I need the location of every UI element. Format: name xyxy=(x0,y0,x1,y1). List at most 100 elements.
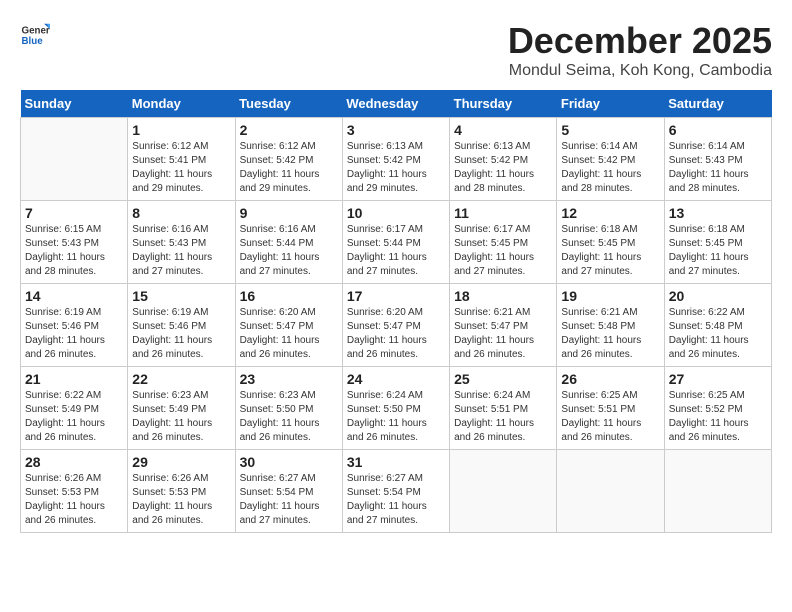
calendar-cell: 8 Sunrise: 6:16 AMSunset: 5:43 PMDaylight… xyxy=(128,201,235,284)
calendar-cell: 11 Sunrise: 6:17 AMSunset: 5:45 PMDayligh… xyxy=(450,201,557,284)
calendar-cell: 18Sunrise: 6:21 AMSunset: 5:47 PMDayligh… xyxy=(450,284,557,367)
day-number: 22 xyxy=(132,371,230,387)
day-number: 1 xyxy=(132,122,230,138)
day-number: 26 xyxy=(561,371,659,387)
day-number: 21 xyxy=(25,371,123,387)
calendar-cell: 31Sunrise: 6:27 AMSunset: 5:54 PMDayligh… xyxy=(342,450,449,533)
day-number: 10 xyxy=(347,205,445,221)
calendar-cell: 19Sunrise: 6:21 AMSunset: 5:48 PMDayligh… xyxy=(557,284,664,367)
calendar-cell: 4Sunrise: 6:13 AMSunset: 5:42 PMDaylight… xyxy=(450,118,557,201)
logo: General Blue xyxy=(20,20,50,50)
day-info: Sunrise: 6:13 AMSunset: 5:42 PMDaylight:… xyxy=(347,140,445,196)
calendar-cell: 23 Sunrise: 6:23 AMSunset: 5:50 PMDayligh… xyxy=(235,367,342,450)
day-info: Sunrise: 6:25 AMSunset: 5:51 PMDaylight:… xyxy=(561,389,659,445)
day-info: Sunrise: 6:22 AMSunset: 5:49 PMDaylight:… xyxy=(25,389,123,445)
day-info: Sunrise: 6:26 AMSunset: 5:53 PMDaylight:… xyxy=(25,472,123,528)
column-header-thursday: Thursday xyxy=(450,90,557,118)
calendar-cell: 24 Sunrise: 6:24 AMSunset: 5:50 PMDayligh… xyxy=(342,367,449,450)
day-number: 27 xyxy=(669,371,767,387)
calendar-cell: 28 Sunrise: 6:26 AMSunset: 5:53 PMDayligh… xyxy=(21,450,128,533)
day-info: Sunrise: 6:12 AMSunset: 5:41 PMDaylight:… xyxy=(132,140,230,196)
day-info: Sunrise: 6:20 AMSunset: 5:47 PMDaylight:… xyxy=(240,306,338,362)
day-info: Sunrise: 6:16 AMSunset: 5:43 PMDaylight:… xyxy=(132,223,230,279)
column-header-saturday: Saturday xyxy=(664,90,771,118)
calendar-cell: 7 Sunrise: 6:15 AMSunset: 5:43 PMDaylight… xyxy=(21,201,128,284)
day-info: Sunrise: 6:24 AMSunset: 5:51 PMDaylight:… xyxy=(454,389,552,445)
day-number: 6 xyxy=(669,122,767,138)
column-header-tuesday: Tuesday xyxy=(235,90,342,118)
day-number: 4 xyxy=(454,122,552,138)
calendar-cell: 2 Sunrise: 6:12 AMSunset: 5:42 PMDaylight… xyxy=(235,118,342,201)
calendar-cell xyxy=(664,450,771,533)
calendar-cell: 15 Sunrise: 6:19 AMSunset: 5:46 PMDayligh… xyxy=(128,284,235,367)
day-number: 25 xyxy=(454,371,552,387)
day-info: Sunrise: 6:25 AMSunset: 5:52 PMDaylight:… xyxy=(669,389,767,445)
column-header-sunday: Sunday xyxy=(21,90,128,118)
day-info: Sunrise: 6:17 AMSunset: 5:44 PMDaylight:… xyxy=(347,223,445,279)
day-info: Sunrise: 6:20 AMSunset: 5:47 PMDaylight:… xyxy=(347,306,445,362)
day-number: 29 xyxy=(132,454,230,470)
title-section: December 2025 Mondul Seima, Koh Kong, Ca… xyxy=(508,20,772,80)
day-number: 30 xyxy=(240,454,338,470)
day-info: Sunrise: 6:18 AMSunset: 5:45 PMDaylight:… xyxy=(669,223,767,279)
calendar-cell: 10 Sunrise: 6:17 AMSunset: 5:44 PMDayligh… xyxy=(342,201,449,284)
main-title: December 2025 xyxy=(508,20,772,62)
calendar-cell xyxy=(21,118,128,201)
day-number: 11 xyxy=(454,205,552,221)
day-number: 23 xyxy=(240,371,338,387)
day-number: 5 xyxy=(561,122,659,138)
calendar-cell: 5Sunrise: 6:14 AMSunset: 5:42 PMDaylight… xyxy=(557,118,664,201)
week-row-1: 7 Sunrise: 6:15 AMSunset: 5:43 PMDaylight… xyxy=(21,201,772,284)
calendar-cell: 16 Sunrise: 6:20 AMSunset: 5:47 PMDayligh… xyxy=(235,284,342,367)
calendar-cell: 30 Sunrise: 6:27 AMSunset: 5:54 PMDayligh… xyxy=(235,450,342,533)
day-info: Sunrise: 6:22 AMSunset: 5:48 PMDaylight:… xyxy=(669,306,767,362)
calendar-cell: 6Sunrise: 6:14 AMSunset: 5:43 PMDaylight… xyxy=(664,118,771,201)
header: General Blue December 2025 Mondul Seima,… xyxy=(20,20,772,80)
calendar-cell: 17Sunrise: 6:20 AMSunset: 5:47 PMDayligh… xyxy=(342,284,449,367)
day-number: 28 xyxy=(25,454,123,470)
calendar-cell: 12Sunrise: 6:18 AMSunset: 5:45 PMDayligh… xyxy=(557,201,664,284)
day-number: 8 xyxy=(132,205,230,221)
calendar-cell: 9 Sunrise: 6:16 AMSunset: 5:44 PMDaylight… xyxy=(235,201,342,284)
day-number: 9 xyxy=(240,205,338,221)
day-info: Sunrise: 6:16 AMSunset: 5:44 PMDaylight:… xyxy=(240,223,338,279)
day-info: Sunrise: 6:23 AMSunset: 5:49 PMDaylight:… xyxy=(132,389,230,445)
calendar-cell: 21 Sunrise: 6:22 AMSunset: 5:49 PMDayligh… xyxy=(21,367,128,450)
svg-text:General: General xyxy=(22,26,51,37)
day-info: Sunrise: 6:21 AMSunset: 5:48 PMDaylight:… xyxy=(561,306,659,362)
day-number: 24 xyxy=(347,371,445,387)
column-header-monday: Monday xyxy=(128,90,235,118)
day-info: Sunrise: 6:12 AMSunset: 5:42 PMDaylight:… xyxy=(240,140,338,196)
calendar-cell: 3 Sunrise: 6:13 AMSunset: 5:42 PMDaylight… xyxy=(342,118,449,201)
day-info: Sunrise: 6:23 AMSunset: 5:50 PMDaylight:… xyxy=(240,389,338,445)
day-info: Sunrise: 6:19 AMSunset: 5:46 PMDaylight:… xyxy=(25,306,123,362)
calendar-header-row: SundayMondayTuesdayWednesdayThursdayFrid… xyxy=(21,90,772,118)
calendar-cell: 26 Sunrise: 6:25 AMSunset: 5:51 PMDayligh… xyxy=(557,367,664,450)
column-header-wednesday: Wednesday xyxy=(342,90,449,118)
calendar-cell: 27 Sunrise: 6:25 AMSunset: 5:52 PMDayligh… xyxy=(664,367,771,450)
day-number: 15 xyxy=(132,288,230,304)
day-info: Sunrise: 6:15 AMSunset: 5:43 PMDaylight:… xyxy=(25,223,123,279)
day-info: Sunrise: 6:24 AMSunset: 5:50 PMDaylight:… xyxy=(347,389,445,445)
day-info: Sunrise: 6:27 AMSunset: 5:54 PMDaylight:… xyxy=(240,472,338,528)
day-number: 2 xyxy=(240,122,338,138)
day-number: 3 xyxy=(347,122,445,138)
svg-text:Blue: Blue xyxy=(22,36,44,47)
week-row-2: 14Sunrise: 6:19 AMSunset: 5:46 PMDayligh… xyxy=(21,284,772,367)
week-row-3: 21 Sunrise: 6:22 AMSunset: 5:49 PMDayligh… xyxy=(21,367,772,450)
calendar-cell xyxy=(557,450,664,533)
calendar-cell: 20Sunrise: 6:22 AMSunset: 5:48 PMDayligh… xyxy=(664,284,771,367)
calendar-cell: 29Sunrise: 6:26 AMSunset: 5:53 PMDayligh… xyxy=(128,450,235,533)
day-info: Sunrise: 6:17 AMSunset: 5:45 PMDaylight:… xyxy=(454,223,552,279)
day-number: 18 xyxy=(454,288,552,304)
calendar-cell: 25 Sunrise: 6:24 AMSunset: 5:51 PMDayligh… xyxy=(450,367,557,450)
calendar-cell: 13Sunrise: 6:18 AMSunset: 5:45 PMDayligh… xyxy=(664,201,771,284)
calendar-cell: 14Sunrise: 6:19 AMSunset: 5:46 PMDayligh… xyxy=(21,284,128,367)
calendar-cell: 1 Sunrise: 6:12 AMSunset: 5:41 PMDaylight… xyxy=(128,118,235,201)
day-number: 12 xyxy=(561,205,659,221)
day-number: 7 xyxy=(25,205,123,221)
day-number: 16 xyxy=(240,288,338,304)
column-header-friday: Friday xyxy=(557,90,664,118)
subtitle: Mondul Seima, Koh Kong, Cambodia xyxy=(508,62,772,80)
day-info: Sunrise: 6:19 AMSunset: 5:46 PMDaylight:… xyxy=(132,306,230,362)
